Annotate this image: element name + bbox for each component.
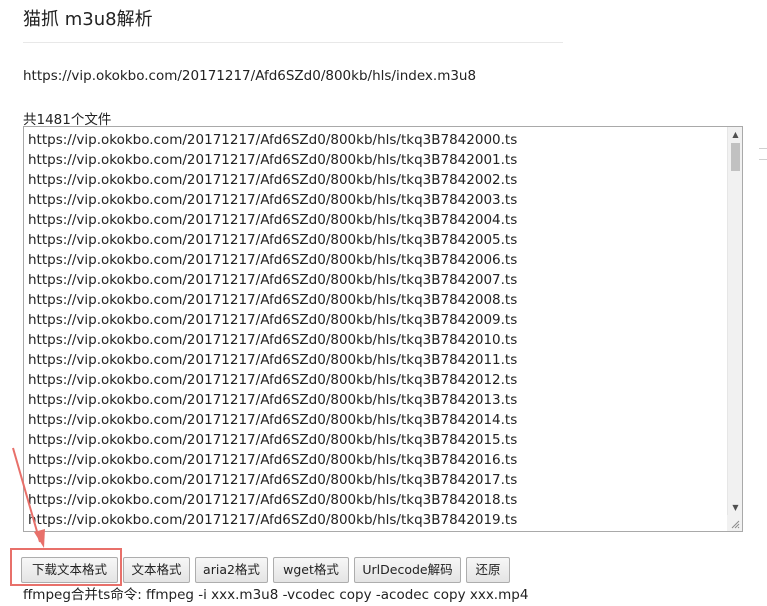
resize-handle[interactable] [727,515,742,531]
ts-url-line: https://vip.okokbo.com/20171217/Afd6SZd0… [28,152,518,168]
ts-url-line: https://vip.okokbo.com/20171217/Afd6SZd0… [28,472,518,488]
edge-mark [759,148,767,149]
ts-url-line: https://vip.okokbo.com/20171217/Afd6SZd0… [28,332,518,348]
triangle-up-icon[interactable]: ▲ [728,127,742,142]
annotation-highlight-box [10,548,122,586]
ts-url-line: https://vip.okokbo.com/20171217/Afd6SZd0… [28,512,518,528]
scroll-thumb[interactable] [731,143,740,171]
ts-url-line: https://vip.okokbo.com/20171217/Afd6SZd0… [28,432,518,448]
title-divider [23,42,563,43]
ts-url-line: https://vip.okokbo.com/20171217/Afd6SZd0… [28,132,518,148]
edge-mark [759,159,767,160]
restore-button[interactable]: 还原 [466,557,510,583]
ts-url-line: https://vip.okokbo.com/20171217/Afd6SZd0… [28,372,518,388]
text-format-button[interactable]: 文本格式 [123,557,190,583]
ts-url-line: https://vip.okokbo.com/20171217/Afd6SZd0… [28,452,518,468]
ts-url-line: https://vip.okokbo.com/20171217/Afd6SZd0… [28,492,518,508]
arrow-icon [12,447,45,548]
resize-grip-icon [731,520,740,529]
ts-url-line: https://vip.okokbo.com/20171217/Afd6SZd0… [28,172,518,188]
ts-url-line: https://vip.okokbo.com/20171217/Afd6SZd0… [28,352,518,368]
file-count-label: 共1481个文件 [23,112,112,128]
triangle-down-icon[interactable]: ▼ [728,500,742,515]
urldecode-button[interactable]: UrlDecode解码 [354,557,461,583]
ts-url-line: https://vip.okokbo.com/20171217/Afd6SZd0… [28,392,518,408]
ts-url-line: https://vip.okokbo.com/20171217/Afd6SZd0… [28,272,518,288]
page-title: 猫抓 m3u8解析 [23,9,153,30]
ts-url-line: https://vip.okokbo.com/20171217/Afd6SZd0… [28,212,518,228]
ts-url-line: https://vip.okokbo.com/20171217/Afd6SZd0… [28,312,518,328]
ts-url-line: https://vip.okokbo.com/20171217/Afd6SZd0… [28,192,518,208]
ts-url-list: https://vip.okokbo.com/20171217/Afd6SZd0… [28,130,722,530]
ffmpeg-command: ffmpeg合并ts命令: ffmpeg -i xxx.m3u8 -vcodec… [23,587,529,603]
ts-url-line: https://vip.okokbo.com/20171217/Afd6SZd0… [28,232,518,248]
wget-format-button[interactable]: wget格式 [273,557,349,583]
source-url: https://vip.okokbo.com/20171217/Afd6SZd0… [23,68,477,84]
ts-url-line: https://vip.okokbo.com/20171217/Afd6SZd0… [28,412,518,428]
vertical-scrollbar[interactable]: ▲ ▼ [727,127,742,515]
aria2-format-button[interactable]: aria2格式 [195,557,268,583]
ts-url-textarea[interactable]: https://vip.okokbo.com/20171217/Afd6SZd0… [23,126,743,532]
ts-url-line: https://vip.okokbo.com/20171217/Afd6SZd0… [28,252,518,268]
ts-url-line: https://vip.okokbo.com/20171217/Afd6SZd0… [28,292,518,308]
